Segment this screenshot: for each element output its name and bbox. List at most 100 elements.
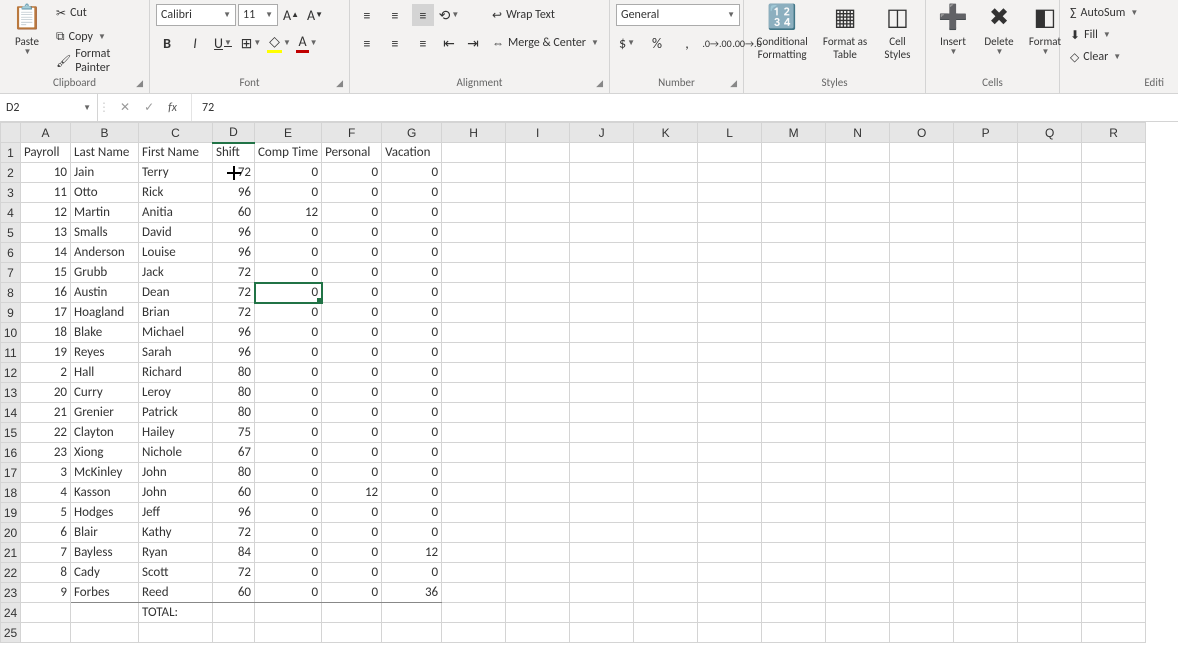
cell-Q8[interactable]: [1018, 283, 1082, 303]
cell-A1[interactable]: Payroll: [21, 143, 71, 163]
format-painter-button[interactable]: 🖌 Format Painter: [52, 50, 143, 72]
cell-H11[interactable]: [442, 343, 506, 363]
cut-button[interactable]: ✂ Cut: [52, 2, 143, 24]
cell-L23[interactable]: [698, 583, 762, 603]
align-right-button[interactable]: ≡: [412, 32, 434, 54]
cell-R14[interactable]: [1082, 403, 1146, 423]
cell-H4[interactable]: [442, 203, 506, 223]
cell-A8[interactable]: 16: [21, 283, 71, 303]
cell-I10[interactable]: [506, 323, 570, 343]
cell-M5[interactable]: [762, 223, 826, 243]
cell-R20[interactable]: [1082, 523, 1146, 543]
cell-C8[interactable]: Dean: [139, 283, 213, 303]
align-middle-button[interactable]: ≡: [384, 4, 406, 26]
cell-B11[interactable]: Reyes: [71, 343, 139, 363]
cell-M9[interactable]: [762, 303, 826, 323]
cell-D13[interactable]: 80: [213, 383, 255, 403]
cell-N23[interactable]: [826, 583, 890, 603]
cell-M4[interactable]: [762, 203, 826, 223]
cell-Q20[interactable]: [1018, 523, 1082, 543]
cell-E16[interactable]: 0: [255, 443, 322, 463]
row-header-12[interactable]: 12: [1, 363, 21, 383]
cell-Q16[interactable]: [1018, 443, 1082, 463]
cell-G14[interactable]: 0: [382, 403, 442, 423]
cell-M13[interactable]: [762, 383, 826, 403]
cell-N1[interactable]: [826, 143, 890, 163]
cell-I1[interactable]: [506, 143, 570, 163]
cell-O23[interactable]: [890, 583, 954, 603]
cell-D20[interactable]: 72: [213, 523, 255, 543]
cell-P13[interactable]: [954, 383, 1018, 403]
cell-K16[interactable]: [634, 443, 698, 463]
cell-E15[interactable]: 0: [255, 423, 322, 443]
cell-P25[interactable]: [954, 623, 1018, 643]
cell-R9[interactable]: [1082, 303, 1146, 323]
cell-R22[interactable]: [1082, 563, 1146, 583]
cell-I2[interactable]: [506, 163, 570, 183]
cell-I6[interactable]: [506, 243, 570, 263]
cell-N12[interactable]: [826, 363, 890, 383]
cell-C9[interactable]: Brian: [139, 303, 213, 323]
cell-Q11[interactable]: [1018, 343, 1082, 363]
cell-G8[interactable]: 0: [382, 283, 442, 303]
cell-Q19[interactable]: [1018, 503, 1082, 523]
cell-N21[interactable]: [826, 543, 890, 563]
column-header-F[interactable]: F: [322, 123, 382, 143]
cell-L1[interactable]: [698, 143, 762, 163]
cell-A16[interactable]: 23: [21, 443, 71, 463]
cell-B25[interactable]: [71, 623, 139, 643]
cell-C20[interactable]: Kathy: [139, 523, 213, 543]
cell-Q17[interactable]: [1018, 463, 1082, 483]
cell-A24[interactable]: [21, 603, 71, 623]
font-size-combo[interactable]: 11 ▼: [238, 4, 278, 26]
row-header-4[interactable]: 4: [1, 203, 21, 223]
cell-E23[interactable]: 0: [255, 583, 322, 603]
cell-C15[interactable]: Hailey: [139, 423, 213, 443]
cell-P24[interactable]: [954, 603, 1018, 623]
cell-M8[interactable]: [762, 283, 826, 303]
cell-Q14[interactable]: [1018, 403, 1082, 423]
cell-P17[interactable]: [954, 463, 1018, 483]
cell-C11[interactable]: Sarah: [139, 343, 213, 363]
cell-N8[interactable]: [826, 283, 890, 303]
cell-P8[interactable]: [954, 283, 1018, 303]
cell-O11[interactable]: [890, 343, 954, 363]
fill-color-button[interactable]: ◇▼: [268, 32, 290, 54]
cell-R23[interactable]: [1082, 583, 1146, 603]
cell-R8[interactable]: [1082, 283, 1146, 303]
cell-L13[interactable]: [698, 383, 762, 403]
cell-P12[interactable]: [954, 363, 1018, 383]
cell-G7[interactable]: 0: [382, 263, 442, 283]
cell-H17[interactable]: [442, 463, 506, 483]
copy-button[interactable]: ⧉ Copy ▼: [52, 26, 143, 48]
cell-A23[interactable]: 9: [21, 583, 71, 603]
cell-J24[interactable]: [570, 603, 634, 623]
cell-G9[interactable]: 0: [382, 303, 442, 323]
cell-E19[interactable]: 0: [255, 503, 322, 523]
cell-N5[interactable]: [826, 223, 890, 243]
column-header-C[interactable]: C: [139, 123, 213, 143]
dialog-launcher-icon[interactable]: ◢: [596, 78, 603, 89]
cell-A25[interactable]: [21, 623, 71, 643]
cell-M21[interactable]: [762, 543, 826, 563]
cell-J11[interactable]: [570, 343, 634, 363]
wrap-text-button[interactable]: ↩ Wrap Text: [488, 4, 603, 26]
cell-B1[interactable]: Last Name: [71, 143, 139, 163]
cell-E6[interactable]: 0: [255, 243, 322, 263]
cell-M6[interactable]: [762, 243, 826, 263]
cell-C21[interactable]: Ryan: [139, 543, 213, 563]
cell-R19[interactable]: [1082, 503, 1146, 523]
cell-N7[interactable]: [826, 263, 890, 283]
cell-G1[interactable]: Vacation: [382, 143, 442, 163]
cell-C10[interactable]: Michael: [139, 323, 213, 343]
cell-H23[interactable]: [442, 583, 506, 603]
column-header-I[interactable]: I: [506, 123, 570, 143]
cell-H6[interactable]: [442, 243, 506, 263]
cell-J14[interactable]: [570, 403, 634, 423]
cell-M3[interactable]: [762, 183, 826, 203]
cell-K12[interactable]: [634, 363, 698, 383]
cell-R18[interactable]: [1082, 483, 1146, 503]
cell-Q25[interactable]: [1018, 623, 1082, 643]
cell-R25[interactable]: [1082, 623, 1146, 643]
cell-B20[interactable]: Blair: [71, 523, 139, 543]
